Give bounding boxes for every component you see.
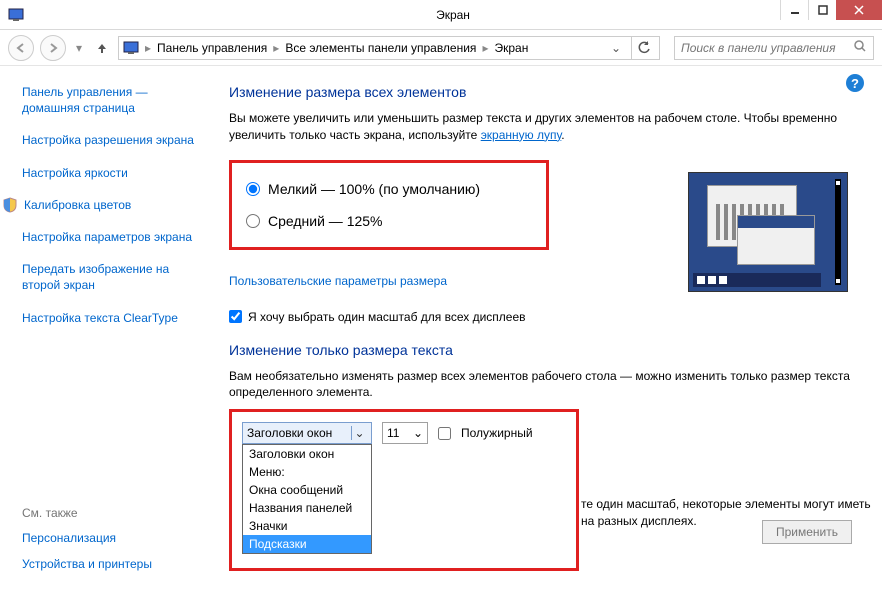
close-button[interactable] xyxy=(836,0,882,20)
window-title: Экран xyxy=(24,8,882,22)
chevron-down-icon: ⌄ xyxy=(413,426,423,440)
apply-button[interactable]: Применить xyxy=(762,520,852,544)
sidebar-brightness[interactable]: Настройка яркости xyxy=(22,165,203,181)
breadcrumb-seg[interactable]: Все элементы панели управления xyxy=(285,41,476,55)
history-dropdown[interactable]: ▾ xyxy=(72,41,86,55)
magnifier-link[interactable]: экранную лупу xyxy=(481,128,562,142)
highlight-box-2: Заголовки окон ⌄ Заголовки окон Меню: Ок… xyxy=(229,409,579,571)
address-dropdown[interactable]: ⌄ xyxy=(609,41,623,55)
highlight-box-1: Мелкий — 100% (по умолчанию) Средний — 1… xyxy=(229,160,549,250)
shield-icon xyxy=(2,197,18,213)
seealso-devices[interactable]: Устройства и принтеры xyxy=(22,556,212,572)
forward-button[interactable] xyxy=(40,35,66,61)
combo-option-highlighted[interactable]: Подсказки xyxy=(243,535,371,553)
help-icon[interactable]: ? xyxy=(846,74,864,92)
heading-text-only: Изменение только размера текста xyxy=(229,342,858,358)
combo-option[interactable]: Значки xyxy=(243,517,371,535)
element-dropdown-list: Заголовки окон Меню: Окна сообщений Назв… xyxy=(242,444,372,554)
minimize-button[interactable] xyxy=(780,0,808,20)
radio-small[interactable] xyxy=(246,182,260,196)
heading-resize-all: Изменение размера всех элементов xyxy=(229,84,858,100)
radio-small-label[interactable]: Мелкий — 100% (по умолчанию) xyxy=(268,181,480,197)
refresh-button[interactable] xyxy=(631,36,655,60)
up-button[interactable] xyxy=(92,38,112,58)
chevron-right-icon: ▸ xyxy=(143,41,153,55)
radio-medium[interactable] xyxy=(246,214,260,228)
combo-option[interactable]: Окна сообщений xyxy=(243,481,371,499)
bold-label[interactable]: Полужирный xyxy=(461,426,533,440)
combo-option[interactable]: Меню: xyxy=(243,463,371,481)
sidebar-resolution[interactable]: Настройка разрешения экрана xyxy=(22,132,203,148)
back-button[interactable] xyxy=(8,35,34,61)
sidebar-cleartype[interactable]: Настройка текста ClearType xyxy=(22,310,203,326)
description-1: Вы можете увеличить или уменьшить размер… xyxy=(229,110,858,144)
address-bar[interactable]: ▸ Панель управления ▸ Все элементы панел… xyxy=(118,36,660,60)
sidebar-calibrate[interactable]: Калибровка цветов xyxy=(22,197,203,213)
sidebar-home[interactable]: Панель управления — домашняя страница xyxy=(22,84,203,116)
chevron-down-icon: ⌄ xyxy=(351,426,367,440)
search-icon xyxy=(853,39,867,56)
app-icon xyxy=(8,7,24,23)
single-scale-label[interactable]: Я хочу выбрать один масштаб для всех дис… xyxy=(248,310,526,324)
element-combo[interactable]: Заголовки окон ⌄ Заголовки окон Меню: Ок… xyxy=(242,422,372,444)
chevron-right-icon: ▸ xyxy=(271,41,281,55)
seealso-heading: См. также xyxy=(22,506,212,520)
single-scale-checkbox[interactable] xyxy=(229,310,242,323)
custom-size-link[interactable]: Пользовательские параметры размера xyxy=(229,274,447,288)
font-size-combo[interactable]: 11 ⌄ xyxy=(382,422,428,444)
combo-option[interactable]: Заголовки окон xyxy=(243,445,371,463)
element-selected: Заголовки окон xyxy=(247,426,332,440)
chevron-right-icon: ▸ xyxy=(480,41,490,55)
combo-option[interactable]: Названия панелей xyxy=(243,499,371,517)
monitor-icon xyxy=(123,40,139,56)
search-input[interactable] xyxy=(681,41,853,55)
sidebar-project[interactable]: Передать изображение на второй экран xyxy=(22,261,203,293)
preview-image xyxy=(688,172,848,292)
bold-checkbox[interactable] xyxy=(438,427,451,440)
description-2: Вам необязательно изменять размер всех э… xyxy=(229,368,858,402)
maximize-button[interactable] xyxy=(808,0,836,20)
radio-medium-label[interactable]: Средний — 125% xyxy=(268,213,383,229)
breadcrumb-seg[interactable]: Экран xyxy=(494,41,528,55)
seealso-personalization[interactable]: Персонализация xyxy=(22,530,212,546)
search-box[interactable] xyxy=(674,36,874,60)
breadcrumb-seg[interactable]: Панель управления xyxy=(157,41,267,55)
sidebar-params[interactable]: Настройка параметров экрана xyxy=(22,229,203,245)
